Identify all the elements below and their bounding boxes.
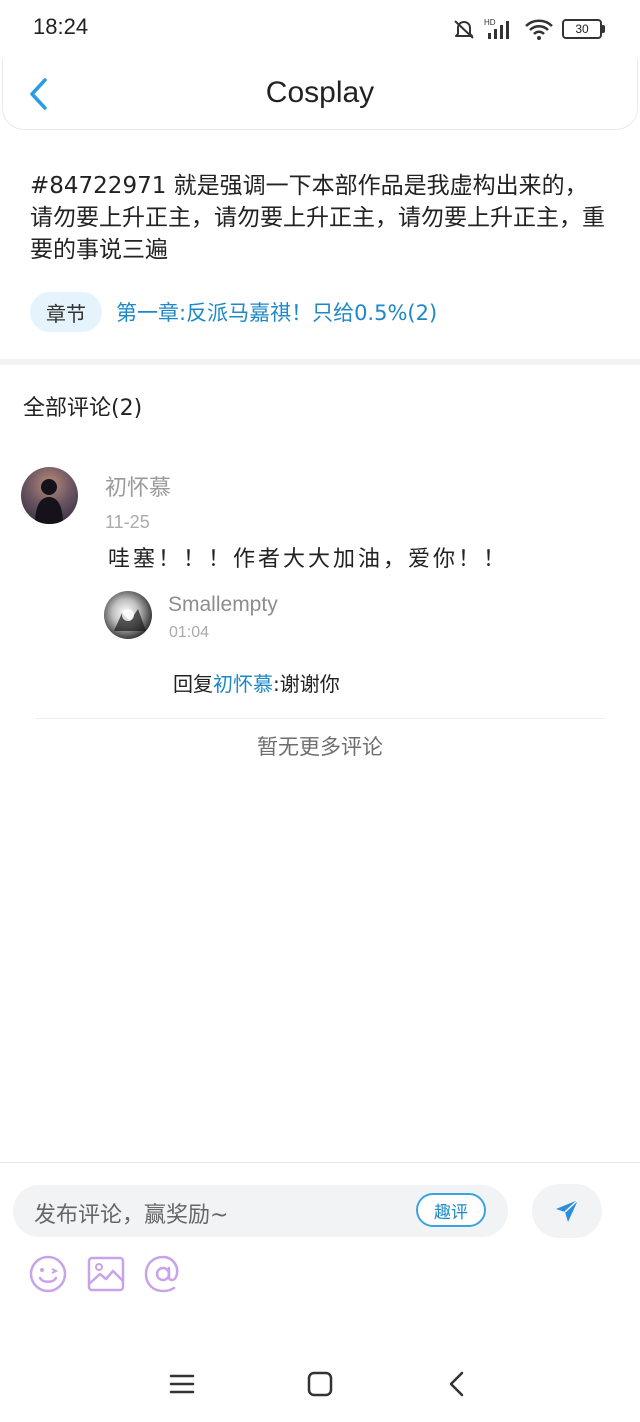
user-silhouette-icon — [35, 479, 63, 524]
emoji-button[interactable] — [27, 1253, 69, 1295]
comments-title: 全部评论(2) — [23, 396, 143, 421]
chapter-badge: 章节 — [30, 292, 102, 332]
reply-avatar-image — [114, 609, 146, 631]
comment-date: 11-25 — [105, 512, 150, 532]
nav-menu-button[interactable] — [162, 1364, 202, 1404]
comment-text[interactable]: 哇塞！！！作者大大加油，爱你！！ — [108, 541, 508, 573]
post-text: #84722971 就是强调一下本部作品是我虚构出来的，请勿要上升正主，请勿要上… — [30, 173, 605, 263]
image-icon — [87, 1256, 125, 1292]
reply-prefix: 回复 — [173, 672, 213, 696]
page-title: Cosplay — [265, 76, 375, 109]
image-button[interactable] — [85, 1253, 127, 1295]
home-square-icon — [307, 1371, 333, 1397]
menu-icon — [169, 1374, 195, 1394]
chapter-row: 章节 第一章:反派马嘉祺！只给0.5%(2) — [30, 292, 437, 332]
no-more-comments: 暂无更多评论 — [257, 735, 383, 759]
section-divider — [0, 359, 640, 365]
system-nav-bar — [0, 1344, 640, 1422]
comment-input[interactable]: 发布评论，赢奖励~ 趣评 — [13, 1185, 508, 1237]
comments-divider — [36, 718, 606, 719]
status-icons: HD 30 — [452, 16, 605, 42]
mute-icon — [454, 20, 474, 39]
send-icon — [556, 1199, 579, 1222]
hd-signal-icon: HD — [484, 18, 509, 39]
battery-icon: 30 — [562, 19, 605, 39]
nav-home-button[interactable] — [300, 1364, 340, 1404]
back-arrow-icon — [449, 1371, 464, 1397]
status-bar: 18:24 HD 30 — [0, 0, 640, 58]
nav-back-button[interactable] — [437, 1364, 477, 1404]
reply-content: :谢谢你 — [273, 672, 340, 696]
status-time: 18:24 — [33, 14, 89, 39]
comment-input-panel: 发布评论，赢奖励~ 趣评 — [0, 1162, 640, 1344]
comment-author[interactable]: 初怀慕 — [105, 470, 171, 502]
svg-text:HD: HD — [484, 18, 496, 27]
mention-button[interactable] — [142, 1253, 184, 1295]
reply-mention[interactable]: 初怀慕 — [213, 672, 273, 696]
comment-page: 18:24 HD 30 Cosplay #84722971 就是强调一下本部作品… — [0, 0, 640, 1422]
avatar[interactable] — [21, 467, 78, 524]
send-button[interactable] — [532, 1184, 602, 1238]
at-icon — [144, 1255, 179, 1293]
wifi-icon — [525, 19, 553, 40]
reply-avatar[interactable] — [104, 591, 152, 639]
header-bar: Cosplay — [2, 58, 638, 130]
qupin-button[interactable]: 趣评 — [416, 1193, 486, 1227]
reply-text[interactable]: 回复初怀慕:谢谢你 — [173, 668, 340, 697]
reply-date: 01:04 — [169, 624, 210, 641]
reply-author[interactable]: Smallempty — [168, 593, 278, 617]
comment-placeholder: 发布评论，赢奖励~ — [34, 1203, 229, 1228]
emoji-icon — [29, 1255, 67, 1293]
battery-level: 30 — [575, 22, 589, 36]
chapter-link[interactable]: 第一章:反派马嘉祺！只给0.5%(2) — [116, 297, 437, 327]
